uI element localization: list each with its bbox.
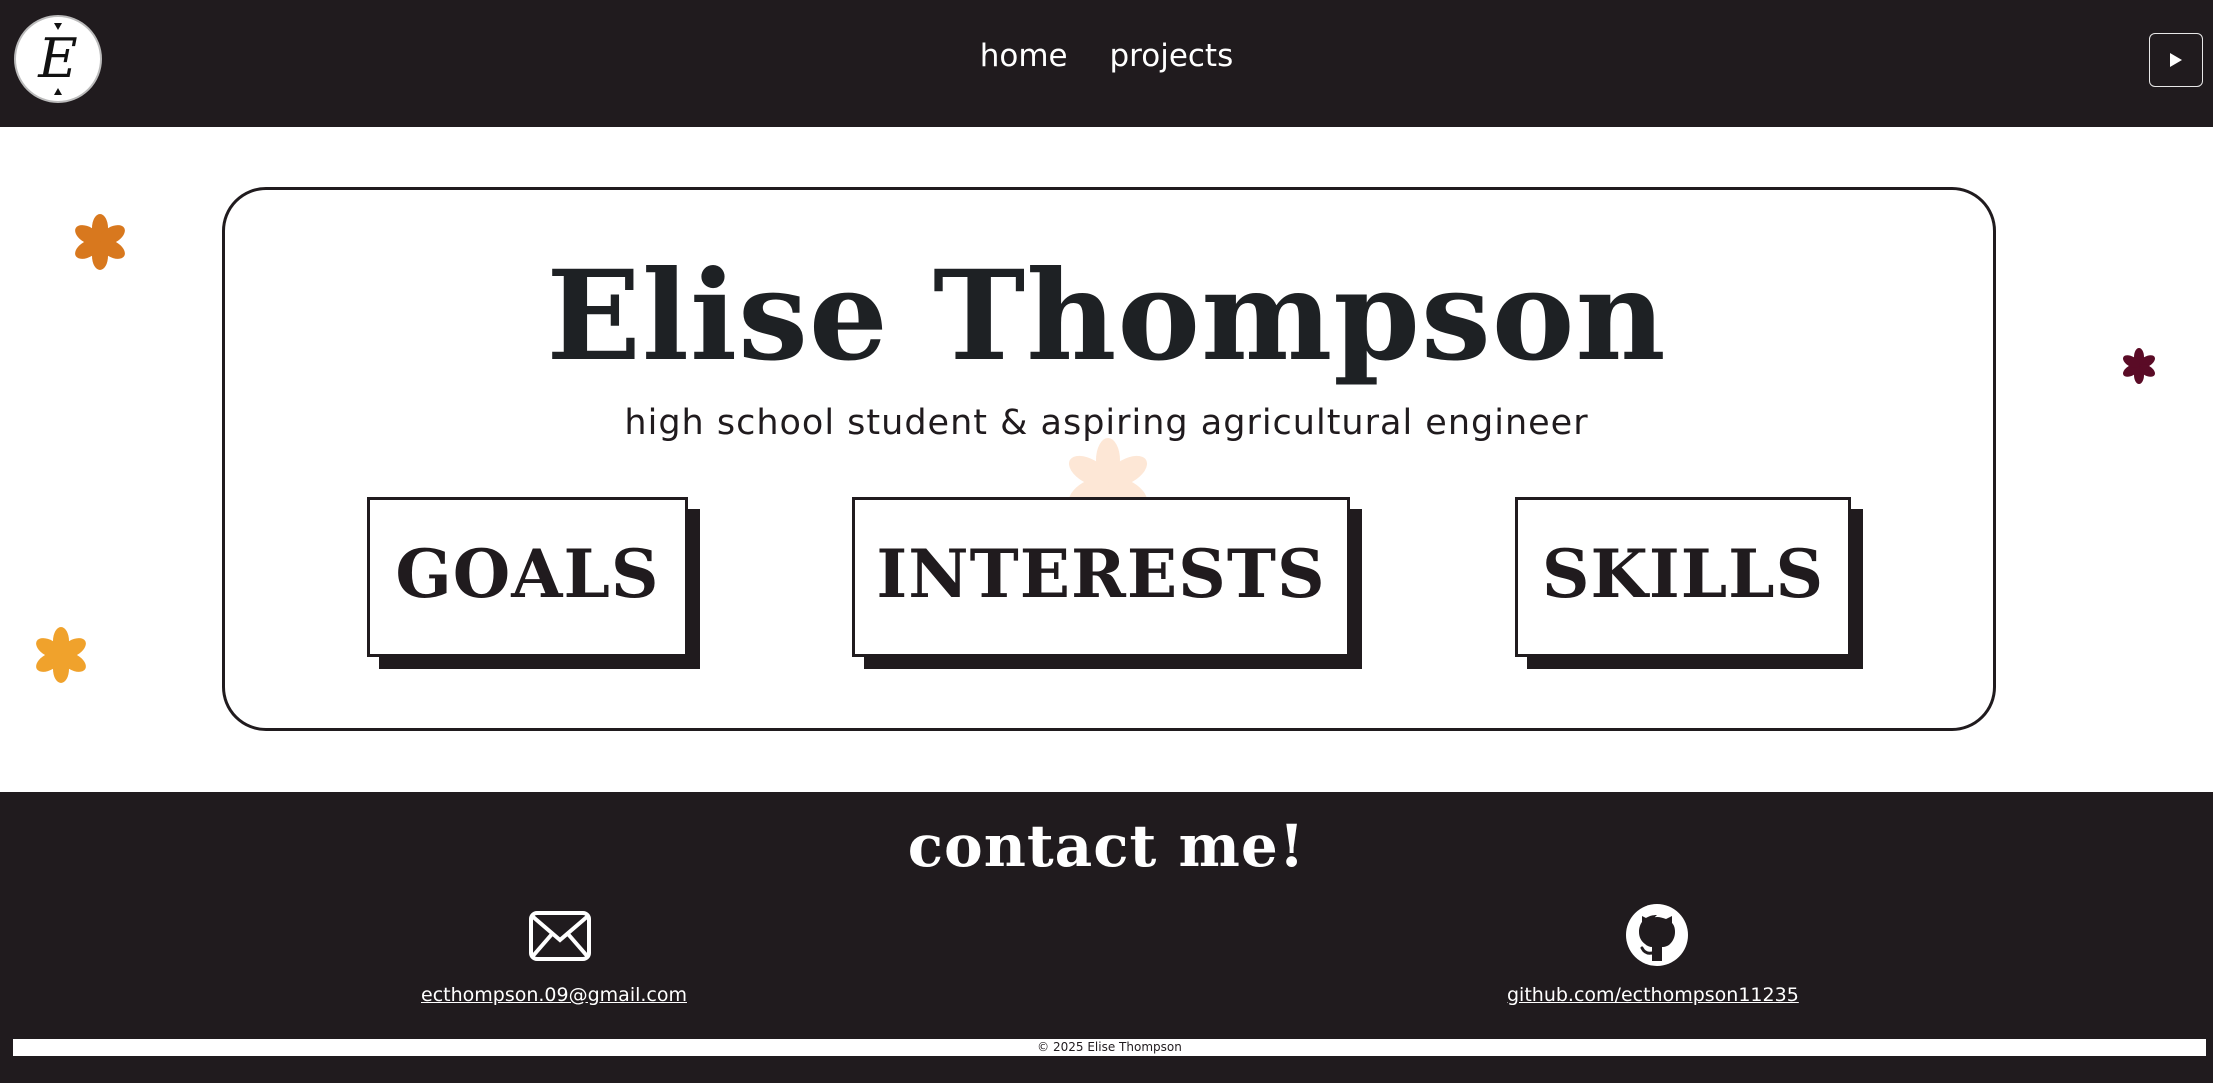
skills-button[interactable]: SKILLS: [1515, 497, 1851, 657]
top-navbar: E home projects: [0, 0, 2213, 127]
flower-yellow-icon: [36, 627, 86, 683]
interests-button[interactable]: INTERESTS: [852, 497, 1350, 657]
github-link[interactable]: github.com/ecthompson11235: [1507, 984, 1799, 1006]
nav-projects-link[interactable]: projects: [1110, 38, 1234, 74]
main-nav: home projects: [0, 38, 2213, 74]
envelope-icon[interactable]: [528, 910, 592, 962]
play-icon: [2170, 53, 2182, 67]
footer-copyright: © 2025 Elise Thompson: [13, 1039, 2206, 1056]
page-title: Elise Thompson: [546, 244, 1667, 389]
github-icon[interactable]: [1625, 903, 1689, 967]
contact-section: contact me! ecthompson.09@gmail.com gith…: [0, 792, 2213, 1083]
email-link[interactable]: ecthompson.09@gmail.com: [421, 984, 687, 1006]
contact-title: contact me!: [907, 812, 1306, 880]
nav-home-link[interactable]: home: [980, 38, 1068, 74]
tagline: high school student & aspiring agricultu…: [624, 403, 1589, 443]
goals-button[interactable]: GOALS: [367, 497, 688, 657]
play-button[interactable]: [2149, 33, 2203, 87]
